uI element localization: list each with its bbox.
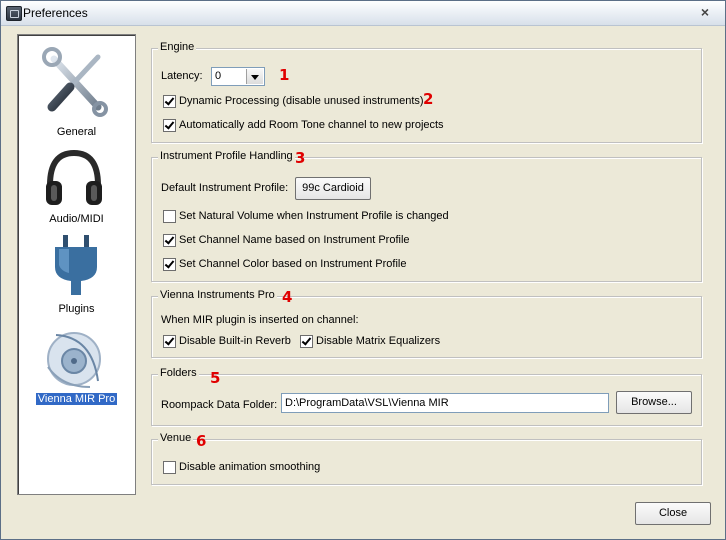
roompack-path-field[interactable]: D:\ProgramData\VSL\Vienna MIR xyxy=(281,393,609,413)
channel-color-label: Set Channel Color based on Instrument Pr… xyxy=(179,258,407,270)
disable-eq-checkbox[interactable] xyxy=(300,335,313,348)
natural-volume-checkbox[interactable] xyxy=(163,210,176,223)
default-profile-label: Default Instrument Profile: xyxy=(161,182,289,194)
latency-label: Latency: xyxy=(161,70,203,82)
channel-color-checkbox[interactable] xyxy=(163,258,176,271)
annotation-marker-4: 4 xyxy=(282,288,293,306)
venue-group: Venue 6 Disable animation smoothing xyxy=(151,432,702,485)
sidebar-item-label: General xyxy=(56,126,97,138)
app-icon xyxy=(6,6,22,21)
annotation-marker-6: 6 xyxy=(196,432,207,450)
chevron-down-icon[interactable] xyxy=(246,69,263,84)
annotation-marker-3: 3 xyxy=(295,149,306,167)
plug-icon xyxy=(55,235,97,295)
sidebar-item-general[interactable]: General xyxy=(18,43,135,143)
folders-group-title: Folders xyxy=(158,367,199,379)
window-title: Preferences xyxy=(23,6,88,20)
channel-name-checkbox[interactable] xyxy=(163,234,176,247)
annotation-marker-1: 1 xyxy=(279,66,290,84)
room-tone-label: Automatically add Room Tone channel to n… xyxy=(179,119,444,131)
engine-group-title: Engine xyxy=(158,41,197,53)
mir-icon xyxy=(47,332,101,388)
profile-group: Instrument Profile Handling 3 Default In… xyxy=(151,149,702,282)
category-sidebar: General Audio/MIDI Plugins Vienna MIR Pr… xyxy=(17,34,136,495)
disable-reverb-checkbox[interactable] xyxy=(163,335,176,348)
sidebar-item-vienna-mir-pro[interactable]: Vienna MIR Pro xyxy=(18,323,135,413)
window-close-button[interactable]: × xyxy=(697,4,713,20)
disable-eq-label: Disable Matrix Equalizers xyxy=(316,335,441,347)
roompack-label: Roompack Data Folder: xyxy=(161,399,278,411)
room-tone-checkbox[interactable] xyxy=(163,119,176,132)
latency-value: 0 xyxy=(215,70,222,82)
channel-name-label: Set Channel Name based on Instrument Pro… xyxy=(179,234,410,246)
browse-button[interactable]: Browse... xyxy=(616,391,692,414)
annotation-marker-2: 2 xyxy=(423,90,434,108)
disable-reverb-label: Disable Built-in Reverb xyxy=(179,335,291,347)
default-profile-button[interactable]: 99c Cardioid xyxy=(295,177,371,200)
anim-smoothing-label: Disable animation smoothing xyxy=(179,461,321,473)
vip-group-title: Vienna Instruments Pro xyxy=(158,289,277,301)
engine-group: Engine Latency: 0 1 Dynamic Processing (… xyxy=(151,41,702,143)
natural-volume-label: Set Natural Volume when Instrument Profi… xyxy=(179,210,449,222)
venue-group-title: Venue xyxy=(158,432,194,444)
vip-intro-label: When MIR plugin is inserted on channel: xyxy=(161,314,359,326)
sidebar-item-audio-midi[interactable]: Audio/MIDI xyxy=(18,143,135,233)
anim-smoothing-checkbox[interactable] xyxy=(163,461,176,474)
sidebar-item-label: Audio/MIDI xyxy=(49,213,104,225)
dynamic-processing-checkbox[interactable] xyxy=(163,95,176,108)
preferences-window: Preferences × General Audio/MIDI Plugins… xyxy=(0,0,726,540)
folders-group: Folders 5 Roompack Data Folder: D:\Progr… xyxy=(151,367,702,426)
annotation-marker-5: 5 xyxy=(210,369,221,387)
sidebar-item-label: Plugins xyxy=(58,303,95,315)
profile-group-title: Instrument Profile Handling xyxy=(158,150,295,162)
headphones-icon xyxy=(46,149,102,205)
vip-group: Vienna Instruments Pro 4 When MIR plugin… xyxy=(151,288,702,358)
tools-icon xyxy=(42,47,108,117)
title-bar[interactable]: Preferences × xyxy=(1,1,725,26)
close-button[interactable]: Close xyxy=(635,502,711,525)
sidebar-item-plugins[interactable]: Plugins xyxy=(18,233,135,323)
latency-select[interactable]: 0 xyxy=(211,67,265,86)
dynamic-processing-label: Dynamic Processing (disable unused instr… xyxy=(179,95,424,107)
sidebar-item-label: Vienna MIR Pro xyxy=(35,393,118,405)
